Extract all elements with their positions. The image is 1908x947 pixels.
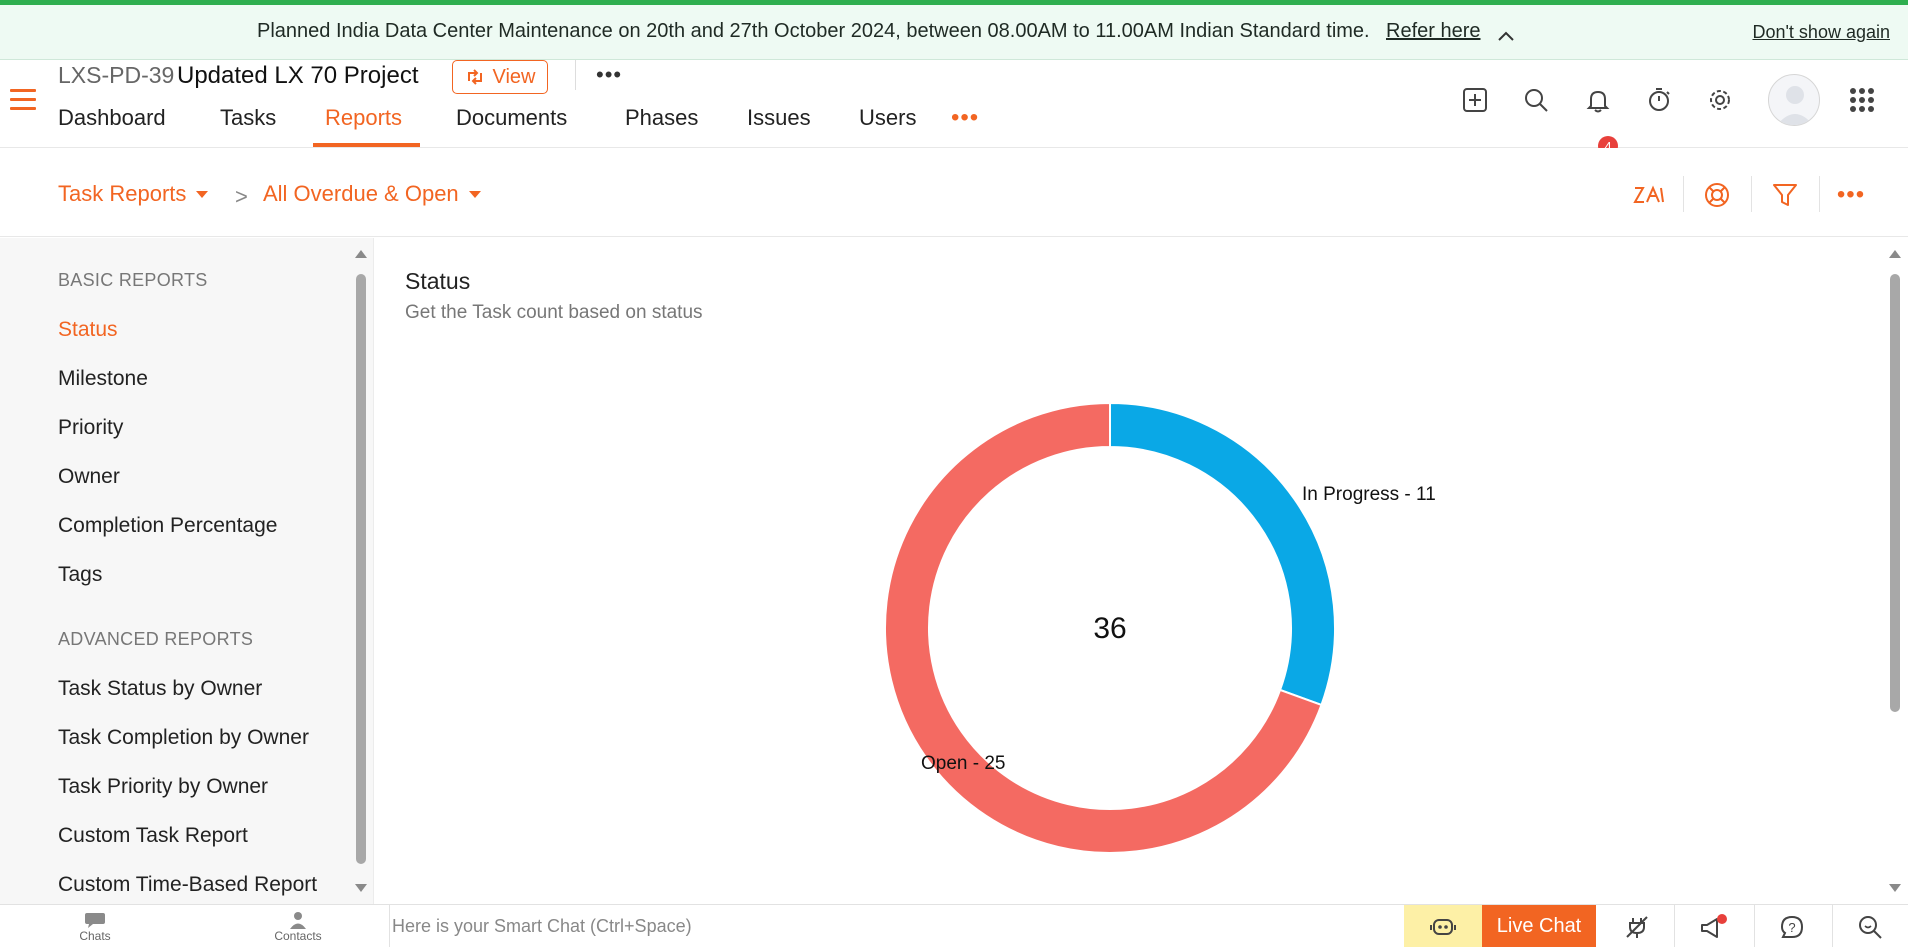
chevron-up-icon[interactable]	[1497, 27, 1515, 45]
svg-text:?: ?	[1788, 920, 1795, 935]
smart-chat-input[interactable]: Here is your Smart Chat (Ctrl+Space)	[392, 916, 692, 937]
sidebar-item-milestone[interactable]: Milestone	[58, 367, 148, 391]
tab-documents[interactable]: Documents	[456, 105, 567, 131]
project-code: LXS-PD-39	[58, 62, 175, 88]
sidebar-scrollbar[interactable]	[356, 274, 366, 864]
search-icon[interactable]	[1520, 84, 1552, 116]
tab-tasks[interactable]: Tasks	[220, 105, 276, 131]
view-button[interactable]: View	[452, 60, 548, 94]
caret-down-icon	[196, 190, 209, 198]
megaphone-icon[interactable]	[1684, 905, 1744, 947]
bell-icon[interactable]	[1582, 84, 1614, 116]
sidebar-item-status[interactable]: Status	[58, 318, 118, 342]
header-divider	[575, 60, 576, 90]
bottombar-divider	[1832, 905, 1833, 947]
sidebar-item-owner[interactable]: Owner	[58, 465, 120, 489]
report-breadcrumb-bar: Task Reports > All Overdue & Open •••	[0, 148, 1908, 237]
view-filter-dropdown[interactable]: All Overdue & Open	[263, 181, 481, 207]
gear-icon[interactable]	[1704, 84, 1736, 116]
lifebuoy-icon[interactable]	[1700, 178, 1734, 212]
view-filter-label: All Overdue & Open	[263, 181, 459, 206]
tab-reports[interactable]: Reports	[325, 105, 402, 131]
app-grid-icon[interactable]	[1846, 84, 1878, 116]
search-chat-icon[interactable]	[1840, 905, 1900, 947]
sidebar-item-tags[interactable]: Tags	[58, 563, 102, 587]
more-icon[interactable]: •••	[1834, 178, 1868, 212]
banner-refer-link[interactable]: Refer here	[1386, 20, 1481, 43]
status-donut-chart: 36 In Progress - 11 Open - 25	[884, 401, 1436, 854]
tab-phases[interactable]: Phases	[625, 105, 698, 131]
bottombar-divider	[1674, 905, 1675, 947]
sidebar-item-task-priority-by-owner[interactable]: Task Priority by Owner	[58, 775, 268, 799]
dont-show-again-link[interactable]: Don't show again	[1752, 22, 1890, 43]
breadcrumb-separator: >	[235, 184, 248, 209]
nav-more-icon[interactable]: •••	[951, 104, 979, 132]
project-name[interactable]: Updated LX 70 Project	[177, 62, 419, 90]
live-chat-button[interactable]: Live Chat	[1482, 905, 1596, 947]
basic-reports-heading: BASIC REPORTS	[58, 270, 208, 290]
project-more-icon[interactable]: •••	[596, 62, 622, 88]
tool-divider	[1819, 176, 1820, 212]
sidebar-item-custom-time-based-report[interactable]: Custom Time-Based Report	[58, 873, 317, 897]
sidebar-item-task-status-by-owner[interactable]: Task Status by Owner	[58, 677, 262, 701]
chats-label: Chats	[79, 928, 111, 943]
chats-button[interactable]: Chats	[60, 905, 130, 947]
donut-center-total: 36	[1093, 612, 1126, 645]
sidebar-item-custom-task-report[interactable]: Custom Task Report	[58, 824, 248, 848]
report-type-dropdown[interactable]: Task Reports	[58, 181, 209, 207]
hamburger-menu-icon[interactable]	[10, 89, 36, 111]
advanced-reports-heading: ADVANCED REPORTS	[58, 629, 254, 649]
tab-dashboard[interactable]: Dashboard	[58, 105, 166, 131]
report-type-label: Task Reports	[58, 181, 187, 206]
bottombar-divider	[389, 905, 390, 947]
filter-icon[interactable]	[1768, 178, 1802, 212]
contact-person-icon	[290, 911, 306, 929]
sidebar-item-priority[interactable]: Priority	[58, 416, 123, 440]
plus-square-icon[interactable]	[1459, 84, 1491, 116]
chat-bubble-icon	[85, 912, 105, 928]
sidebar-scroll-up-icon[interactable]	[355, 250, 367, 258]
reports-sidebar: BASIC REPORTS Status Milestone Priority …	[0, 238, 374, 904]
slice-label-in-progress: In Progress - 11	[1302, 484, 1436, 505]
bot-icon[interactable]	[1404, 905, 1482, 947]
swap-icon	[467, 69, 482, 85]
help-icon[interactable]: ?	[1762, 905, 1822, 947]
main-scrollbar[interactable]	[1890, 274, 1900, 712]
active-tab-indicator	[313, 143, 420, 147]
avatar[interactable]	[1768, 74, 1820, 126]
contacts-button[interactable]: Contacts	[258, 905, 338, 947]
tool-divider	[1751, 176, 1752, 212]
bottom-chat-bar: Chats Contacts Here is your Smart Chat (…	[0, 904, 1908, 947]
view-button-label: View	[492, 65, 536, 88]
plug-icon[interactable]	[1607, 905, 1667, 947]
project-header: LXS-PD-39 Updated LX 70 Project View •••…	[0, 60, 1908, 156]
slice-label-open: Open - 25	[921, 753, 1006, 774]
main-scroll-up-icon[interactable]	[1889, 250, 1901, 258]
tab-issues[interactable]: Issues	[747, 105, 811, 131]
sidebar-item-task-completion-by-owner[interactable]: Task Completion by Owner	[58, 726, 309, 750]
app-root: Planned India Data Center Maintenance on…	[0, 0, 1908, 947]
bottombar-divider	[1754, 905, 1755, 947]
maintenance-banner: Planned India Data Center Maintenance on…	[0, 0, 1908, 60]
main-scroll-down-icon[interactable]	[1889, 884, 1901, 892]
zia-icon[interactable]	[1632, 178, 1666, 212]
caret-down-icon	[468, 190, 481, 198]
banner-message: Planned India Data Center Maintenance on…	[257, 20, 1370, 42]
report-content: Status Get the Task count based on statu…	[375, 238, 1908, 904]
contacts-label: Contacts	[274, 928, 322, 943]
timer-icon[interactable]	[1643, 84, 1675, 116]
tab-users[interactable]: Users	[859, 105, 916, 131]
sidebar-item-completion-percentage[interactable]: Completion Percentage	[58, 514, 277, 538]
sidebar-scroll-down-icon[interactable]	[355, 884, 367, 892]
tool-divider	[1683, 176, 1684, 212]
donut-slice-in-progress[interactable]	[1109, 401, 1336, 707]
